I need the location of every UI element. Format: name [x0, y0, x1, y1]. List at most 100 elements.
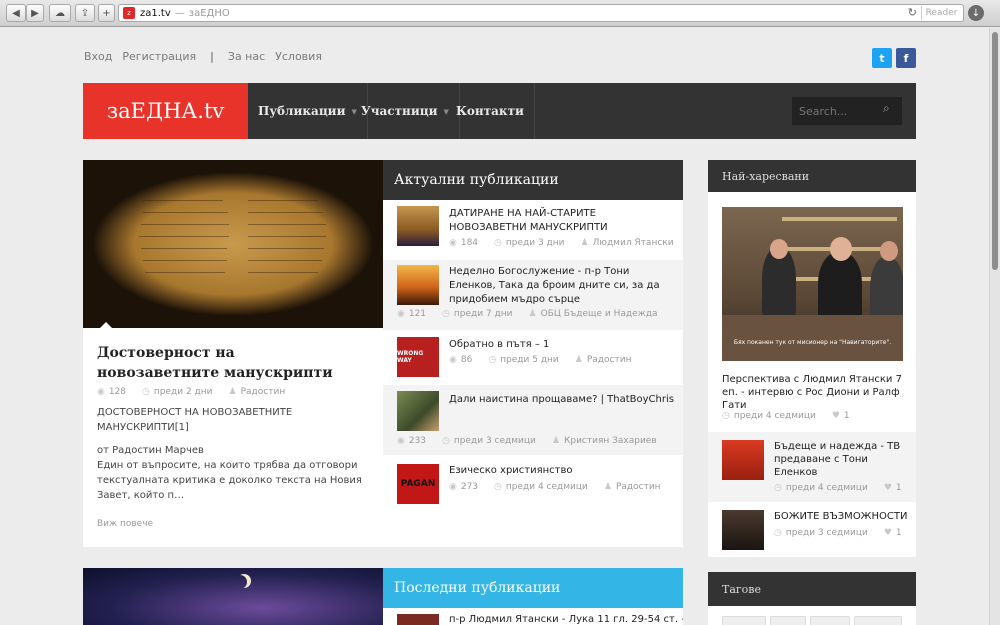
view-count: 121: [408, 309, 427, 319]
top-links: Вход Регистрация | За нас Условия: [84, 50, 322, 63]
heart-icon: ♥: [883, 528, 892, 538]
nav-item-contacts[interactable]: Контакти: [446, 83, 535, 139]
manuscript-image[interactable]: [83, 160, 383, 328]
section-title: Актуални публикации: [394, 172, 559, 188]
about-link[interactable]: За нас: [228, 50, 265, 63]
post-date: преди 5 дни: [500, 355, 559, 365]
latest-posts-header: Последни публикации: [383, 568, 683, 608]
clock-icon: ◷: [488, 355, 497, 365]
featured-title[interactable]: Достоверност на новозаветните манускрипт…: [97, 343, 337, 383]
post-date: преди 3 седмици: [785, 528, 868, 538]
featured-meta: ◉ 128 ◷ преди 2 дни ♟ Радостин: [97, 387, 285, 397]
most-liked-meta: ◷ преди 4 седмици ♥ 1: [722, 411, 850, 421]
address-bar[interactable]: z za1.tv — заЕДНО ↻ Reader: [118, 4, 964, 22]
scrollbar-thumb[interactable]: [992, 32, 998, 270]
moon-shape: [233, 575, 247, 589]
side-list-item[interactable]: Бъдеще и надежда - ТВ предаване с Тони Е…: [708, 432, 916, 502]
list-item-title[interactable]: Неделно Богослужение - п-р Тони Еленков,…: [449, 265, 674, 307]
register-link[interactable]: Регистрация: [122, 50, 196, 63]
side-item-title[interactable]: БОЖИТЕ ВЪЗМОЖНОСТИ: [774, 510, 909, 523]
reader-button[interactable]: Reader: [921, 6, 961, 20]
featured-excerpt: ДОСТОВЕРНОСТ НА НОВОЗАВЕТНИТЕ МАНУСКРИПТ…: [97, 405, 367, 503]
clock-icon: ◷: [774, 483, 782, 493]
tag-chip[interactable]: [722, 616, 766, 625]
list-item[interactable]: Неделно Богослужение - п-р Тони Еленков,…: [383, 260, 683, 330]
post-author[interactable]: Радостин: [587, 355, 632, 365]
post-author[interactable]: ОБЦ Бъдеще и Надежда: [541, 309, 658, 319]
url-page-title: заЕДНО: [188, 7, 230, 19]
list-item-title[interactable]: ДАТИРАНЕ НА НАЙ-СТАРИТЕ НОВОЗАВЕТНИ МАНУ…: [449, 207, 674, 235]
excerpt-title: ДОСТОВЕРНОСТ НА НОВОЗАВЕТНИТЕ МАНУСКРИПТ…: [97, 407, 293, 433]
post-date: преди 4 седмици: [785, 483, 868, 493]
side-item-meta: ◷ преди 4 седмици ♥ 1: [774, 483, 902, 493]
view-count: 273: [460, 482, 479, 492]
new-tab-button[interactable]: +: [98, 4, 115, 22]
clock-icon: ◷: [494, 238, 502, 248]
side-item-meta: ◷ преди 3 седмици ♥ 1: [774, 528, 902, 538]
terms-link[interactable]: Условия: [275, 50, 322, 63]
eye-icon: ◉: [397, 309, 405, 319]
user-icon: ♟: [228, 387, 237, 397]
tag-chip[interactable]: [770, 616, 806, 625]
url-domain: za1.tv: [140, 7, 171, 19]
heart-icon: ♥: [883, 483, 892, 493]
share-button[interactable]: ⇪: [75, 4, 95, 22]
most-liked-title[interactable]: Перспектива с Людмил Ятански 7 еп. - инт…: [722, 373, 903, 412]
wrong-way-sign-thumbnail[interactable]: WRONG WAY: [397, 337, 439, 377]
list-item-title[interactable]: Дали наистина прощаваме? | ThatBoyChris: [449, 393, 674, 407]
section-title: Последни публикации: [394, 580, 561, 596]
list-item-meta: ◉ 233 ◷ преди 3 седмици ♟ Кристиян Захариев: [397, 436, 657, 446]
links-separator: |: [210, 50, 214, 63]
post-author[interactable]: Радостин: [241, 387, 286, 397]
twitter-icon[interactable]: t: [872, 48, 892, 68]
list-item[interactable]: [397, 614, 439, 625]
list-item[interactable]: Дали наистина прощаваме? | ThatBoyChris …: [383, 385, 683, 455]
site-logo[interactable]: заЕДНА.tv: [83, 83, 248, 139]
clock-icon: ◷: [494, 482, 502, 492]
nav-item-label: Публикации: [258, 104, 346, 118]
post-author[interactable]: Кристиян Захариев: [564, 436, 657, 446]
featured-section: Достоверност на новозаветните манускрипт…: [83, 160, 683, 547]
manuscript-thumbnail[interactable]: [397, 206, 439, 246]
page-scrollbar[interactable]: [989, 28, 1000, 625]
list-item-title[interactable]: п-р Людмил Ятански - Лука 11 гл. 29-54 с…: [449, 614, 683, 625]
facebook-icon[interactable]: f: [896, 48, 916, 68]
back-button[interactable]: ◀: [6, 4, 26, 22]
pagan-thumbnail[interactable]: PAGAN: [397, 464, 439, 504]
interview-video-thumbnail[interactable]: Бях поканен тук от мисионер на "Навигато…: [722, 207, 903, 361]
view-count: 233: [408, 436, 427, 446]
side-list-item[interactable]: БОЖИТЕ ВЪЗМОЖНОСТИ ◷ преди 3 седмици ♥ 1: [708, 502, 916, 557]
tag-chip[interactable]: [810, 616, 850, 625]
video-caption: Бях поканен тук от мисионер на "Навигато…: [733, 339, 892, 346]
list-item[interactable]: WRONG WAY Обратно в пътя – 1 ◉ 86 ◷ преди …: [383, 330, 683, 385]
tag-chip[interactable]: [854, 616, 902, 625]
reload-icon[interactable]: ↻: [908, 6, 917, 19]
icloud-tabs-button[interactable]: ☁: [49, 4, 71, 22]
eye-icon: ◉: [97, 387, 105, 397]
post-author[interactable]: Радостин: [616, 482, 661, 492]
main-navbar: заЕДНА.tv Публикации ▼ Участници ▼ Контакт…: [83, 83, 916, 139]
nav-item-publications[interactable]: Публикации ▼: [248, 83, 368, 139]
forward-button[interactable]: ▶: [26, 4, 44, 22]
login-link[interactable]: Вход: [84, 50, 112, 63]
like-count: 1: [895, 528, 902, 538]
list-item[interactable]: PAGAN Езическо християнство ◉ 273 ◷ преди …: [383, 455, 683, 510]
list-item-title[interactable]: Обратно в пътя – 1: [449, 338, 674, 352]
user-icon: ♟: [603, 482, 612, 492]
clock-icon: ◷: [442, 309, 450, 319]
nav-item-participants[interactable]: Участници ▼: [351, 83, 460, 139]
view-count: 128: [108, 387, 127, 397]
read-more-link[interactable]: Виж повече: [97, 519, 153, 529]
widget-title: Тагове: [722, 582, 761, 596]
list-item-title[interactable]: Езическо християнство: [449, 464, 674, 478]
sunset-thumbnail[interactable]: [397, 265, 439, 305]
list-item[interactable]: ДАТИРАНЕ НА НАЙ-СТАРИТЕ НОВОЗАВЕТНИ МАНУ…: [383, 200, 683, 260]
post-author[interactable]: Людмил Ятански: [593, 238, 674, 248]
side-item-title[interactable]: Бъдеще и надежда - ТВ предаване с Тони Е…: [774, 440, 904, 479]
search-icon[interactable]: ⌕: [883, 101, 890, 116]
person-thumbnail[interactable]: [397, 391, 439, 431]
host-thumbnail[interactable]: [722, 440, 764, 480]
night-sky-image[interactable]: [83, 568, 383, 625]
download-icon[interactable]: ↓: [968, 5, 984, 21]
praying-hands-thumbnail[interactable]: [722, 510, 764, 550]
